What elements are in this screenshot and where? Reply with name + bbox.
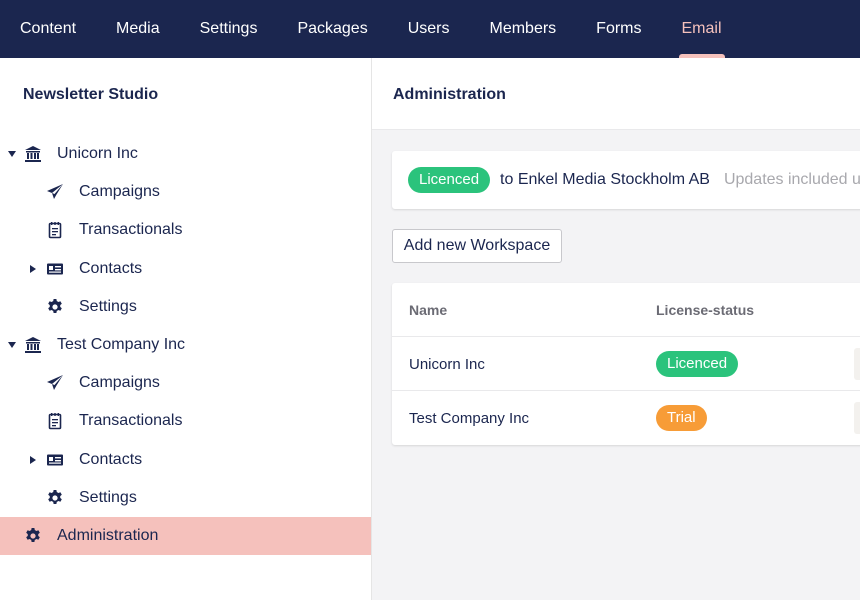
license-info-panel: Licenced to Enkel Media Stockholm AB Upd…: [392, 151, 860, 209]
notepad-icon: [46, 221, 64, 239]
gear-icon: [24, 527, 42, 545]
bank-icon: [24, 336, 42, 354]
tree-item-label: Campaigns: [79, 374, 160, 392]
tree-item-label: Test Company Inc: [57, 336, 186, 354]
bank-icon: [24, 145, 42, 163]
gear-icon: [46, 489, 64, 507]
tree-item-label: Settings: [79, 488, 137, 506]
gear-icon: [46, 298, 64, 316]
licence-status-badge: Licenced: [408, 167, 491, 193]
tree-item-label: Contacts: [79, 259, 143, 277]
notepad-icon: [46, 412, 64, 430]
tree-item-transactionals[interactable]: Transactionals: [0, 211, 371, 249]
tree-item-label: Contacts: [79, 450, 143, 468]
workspace-tree: Unicorn Inc Campaigns Transactionals Con…: [0, 135, 371, 556]
column-header-license-status[interactable]: License-status: [656, 283, 754, 337]
tree-item-campaigns[interactable]: Campaigns: [0, 364, 371, 402]
nav-media[interactable]: Media: [96, 0, 180, 58]
tree-item-workspace-unicorn[interactable]: Unicorn Inc: [0, 135, 371, 173]
column-header-name[interactable]: Name: [409, 283, 447, 337]
status-badge: Trial: [656, 405, 707, 431]
nav-email[interactable]: Email: [662, 0, 742, 58]
sidebar-title: Newsletter Studio: [23, 86, 159, 103]
paper-plane-icon: [46, 183, 64, 201]
caret-right-icon[interactable]: [30, 264, 36, 273]
add-workspace-button[interactable]: Add new Workspace: [392, 229, 562, 263]
row-action-button[interactable]: [854, 402, 860, 434]
tree-item-transactionals[interactable]: Transactionals: [0, 402, 371, 440]
tree-item-settings[interactable]: Settings: [0, 288, 371, 326]
tree-item-administration[interactable]: Administration: [0, 516, 371, 556]
tree-item-label: Transactionals: [79, 221, 183, 239]
license-status-cell: Licenced: [656, 337, 739, 391]
workspace-name: Unicorn Inc: [409, 355, 485, 373]
table-header: Name License-status: [392, 283, 860, 337]
workspace-name: Test Company Inc: [409, 409, 530, 427]
tree-item-label: Settings: [79, 297, 137, 315]
nav-content[interactable]: Content: [0, 0, 96, 58]
caret-down-icon[interactable]: [8, 151, 16, 157]
page-title: Administration: [393, 86, 506, 103]
tree-item-campaigns[interactable]: Campaigns: [0, 173, 371, 211]
table-row[interactable]: Unicorn Inc Licenced: [392, 337, 860, 391]
id-card-icon: [46, 260, 64, 278]
tree-item-label: Campaigns: [79, 183, 160, 201]
workspace-table: Name License-status Unicorn Inc Licenced…: [392, 283, 860, 445]
top-navigation: Content Media Settings Packages Users Me…: [0, 0, 860, 58]
sidebar: Newsletter Studio Unicorn Inc Campaigns …: [0, 58, 372, 600]
nav-forms[interactable]: Forms: [576, 0, 661, 58]
tree-item-contacts[interactable]: Contacts: [0, 250, 371, 288]
nav-settings[interactable]: Settings: [180, 0, 278, 58]
tree-item-label: Administration: [57, 526, 159, 544]
paper-plane-icon: [46, 374, 64, 392]
tree-item-label: Unicorn Inc: [57, 145, 138, 163]
row-action-button[interactable]: [854, 348, 860, 380]
tree-item-settings[interactable]: Settings: [0, 479, 371, 517]
license-holder-text: to Enkel Media Stockholm AB: [500, 171, 710, 188]
id-card-icon: [46, 451, 64, 469]
license-updates-text: Updates included until: [723, 171, 860, 188]
caret-down-icon[interactable]: [8, 341, 16, 348]
nav-users[interactable]: Users: [388, 0, 470, 58]
caret-right-icon[interactable]: [30, 455, 36, 464]
tree-item-contacts[interactable]: Contacts: [0, 441, 371, 479]
main-header: Administration: [372, 58, 860, 130]
license-status-cell: Trial: [656, 391, 707, 445]
tree-item-label: Transactionals: [79, 412, 183, 430]
nav-packages[interactable]: Packages: [277, 0, 387, 58]
table-row[interactable]: Test Company Inc Trial: [392, 391, 860, 445]
status-badge: Licenced: [656, 351, 739, 377]
tree-item-workspace-test-company[interactable]: Test Company Inc: [0, 326, 371, 364]
nav-members[interactable]: Members: [469, 0, 576, 58]
